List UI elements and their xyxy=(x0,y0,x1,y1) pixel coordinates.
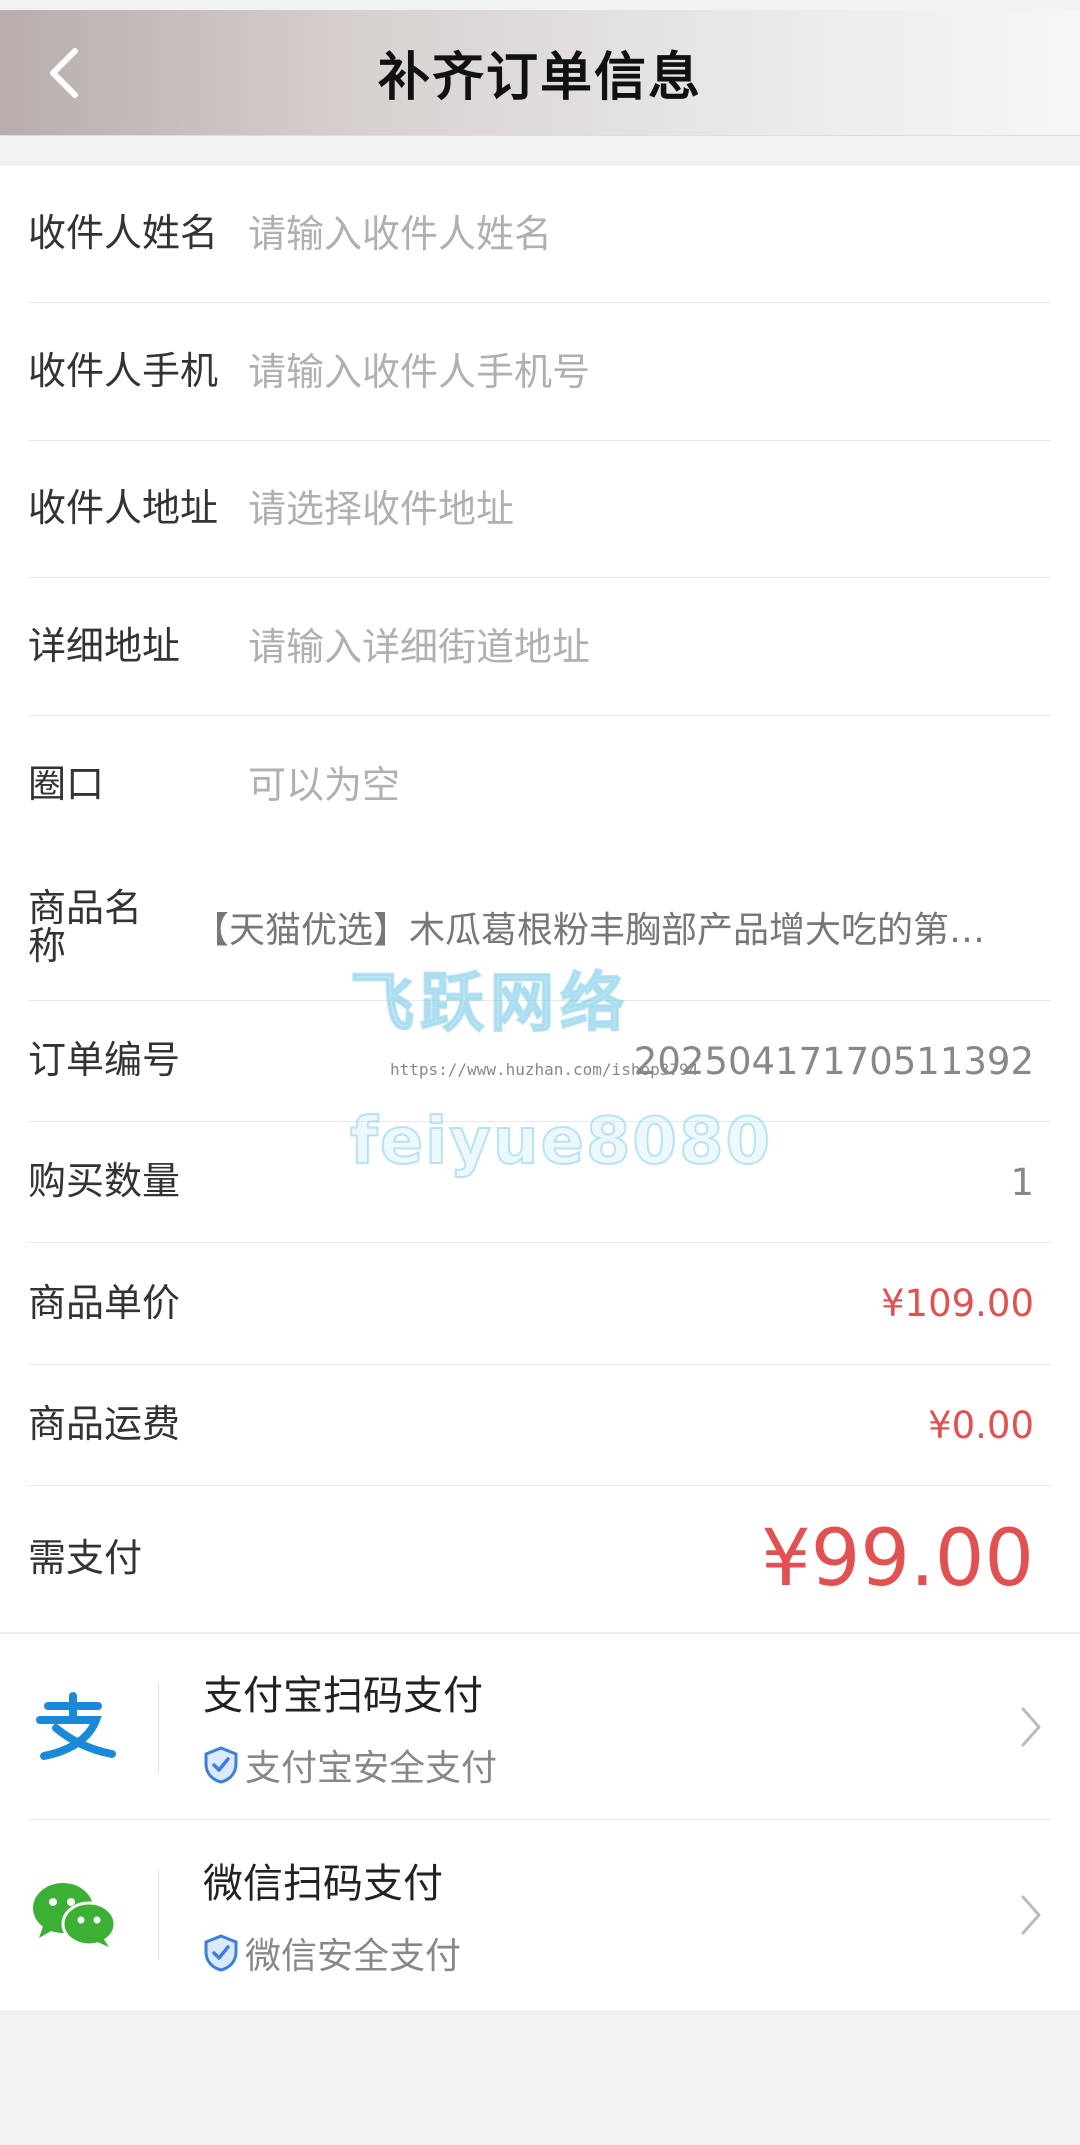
order-number-value: 2025041717051139​2 xyxy=(633,1039,1034,1083)
recipient-name-input[interactable] xyxy=(248,212,1008,256)
row-recipient-address[interactable]: 收件人地址 xyxy=(28,441,1051,578)
row-unit-price: 商品单价 ¥109.00 xyxy=(28,1243,1051,1365)
alipay-icon xyxy=(28,1682,118,1772)
page-title: 补齐订单信息 xyxy=(377,48,702,108)
alipay-subtitle: 支付宝安全支付 xyxy=(245,1747,498,1789)
shipping-fee-label: 商品运费 xyxy=(28,1402,181,1447)
header-bar: 补齐订单信息 xyxy=(0,10,1080,136)
wechat-text: 微信扫码支付 微信安全支付 xyxy=(203,1851,1011,1979)
amount-due-value: ¥99.00 xyxy=(761,1514,1034,1604)
chevron-right-icon xyxy=(1011,1697,1051,1757)
alipay-subtitle-row: 支付宝安全支付 xyxy=(203,1739,1011,1791)
row-detail-address: 详细地址 xyxy=(28,578,1051,716)
wechat-divider xyxy=(158,1870,159,1960)
product-name-value: 【天猫优选】木瓜葛根粉丰胸部产品增大吃的第… xyxy=(193,909,986,951)
product-name-label: 商品名称 xyxy=(28,885,143,968)
ring-size-input[interactable] xyxy=(248,762,1008,807)
unit-price-label: 商品单价 xyxy=(28,1280,181,1325)
recipient-phone-input[interactable] xyxy=(248,349,1008,394)
chevron-right-icon xyxy=(1011,1885,1051,1945)
row-quantity: 购买数量 1 xyxy=(28,1122,1051,1243)
row-order-number: 订单编号 2025041717051139​2 xyxy=(28,1001,1051,1122)
recipient-name-label: 收件人姓名 xyxy=(28,211,219,256)
amount-due-label: 需支付 xyxy=(28,1536,143,1581)
row-ring-size: 圈口 xyxy=(28,716,1051,853)
detail-address-input[interactable] xyxy=(248,624,1008,669)
back-button[interactable] xyxy=(30,38,100,108)
wechat-option[interactable]: 微信扫码支付 微信安全支付 xyxy=(28,1822,1051,2008)
shield-check-icon xyxy=(204,1745,238,1784)
alipay-divider xyxy=(158,1681,159,1772)
wechat-icon xyxy=(28,1870,118,1960)
alipay-option[interactable]: 支付宝扫码支付 支付宝安全支付 xyxy=(28,1634,1051,1820)
row-recipient-phone: 收件人手机 xyxy=(28,303,1051,441)
recipient-phone-label: 收件人手机 xyxy=(28,348,219,393)
payment-section: 支付宝扫码支付 支付宝安全支付 微信扫码支付 微信安全支付 xyxy=(0,1634,1080,2010)
detail-address-label: 详细地址 xyxy=(28,623,181,668)
alipay-title: 支付宝扫码支付 xyxy=(203,1672,483,1719)
shipping-fee-value: ¥0.00 xyxy=(928,1403,1034,1447)
quantity-label: 购买数量 xyxy=(28,1159,181,1204)
row-recipient-name: 收件人姓名 xyxy=(28,166,1051,303)
order-number-label: 订单编号 xyxy=(28,1038,181,1083)
quantity-value: 1 xyxy=(1010,1160,1034,1204)
status-strip xyxy=(0,0,1080,10)
order-form-card: 收件人姓名 收件人手机 收件人地址 详细地址 圈口 商品名称 【天猫优选】木瓜葛… xyxy=(0,166,1080,1632)
ring-size-label: 圈口 xyxy=(28,761,105,806)
wechat-title: 微信扫码支付 xyxy=(203,1861,443,1907)
wechat-subtitle-row: 微信安全支付 xyxy=(203,1927,1011,1979)
recipient-address-select[interactable] xyxy=(248,487,1008,531)
row-amount-due: 需支付 ¥99.00 xyxy=(28,1486,1051,1632)
row-product-name: 商品名称 【天猫优选】木瓜葛根粉丰胸部产品增大吃的第… xyxy=(28,853,1051,1001)
alipay-text: 支付宝扫码支付 支付宝安全支付 xyxy=(203,1663,1011,1791)
unit-price-value: ¥109.00 xyxy=(880,1282,1034,1325)
shield-check-icon xyxy=(204,1934,238,1972)
chevron-left-icon xyxy=(50,48,78,98)
row-shipping-fee: 商品运费 ¥0.00 xyxy=(28,1365,1051,1486)
recipient-address-label: 收件人地址 xyxy=(28,486,219,531)
wechat-subtitle: 微信安全支付 xyxy=(245,1936,462,1977)
